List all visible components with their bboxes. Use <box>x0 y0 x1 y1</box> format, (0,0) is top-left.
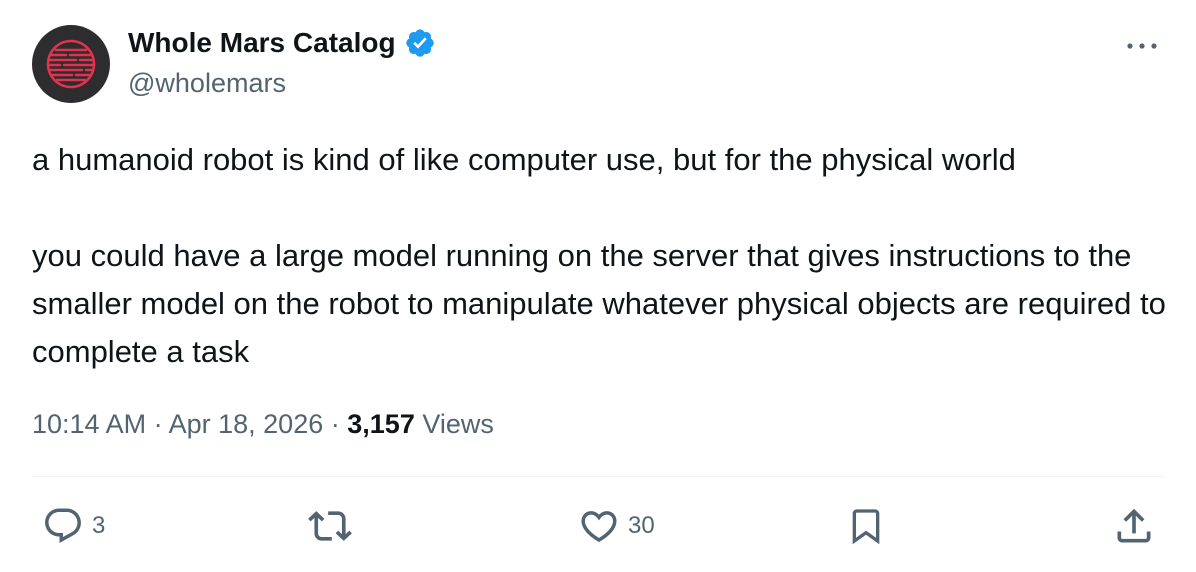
tweet-text: a humanoid robot is kind of like compute… <box>32 136 1172 376</box>
tweet-actions-bar: 3 30 <box>0 500 1196 552</box>
reply-count: 3 <box>92 512 106 539</box>
like-button[interactable]: 30 <box>578 500 655 552</box>
retweet-button[interactable] <box>308 500 360 552</box>
heart-icon <box>581 511 617 543</box>
bookmark-button[interactable] <box>846 500 886 552</box>
views-count: 3,157 <box>347 409 415 439</box>
tweet-card: Whole Mars Catalog @wholemars a humanoid… <box>0 0 1196 572</box>
reply-button[interactable]: 3 <box>42 500 105 552</box>
author-handle[interactable]: @wholemars <box>128 66 286 100</box>
tweet-time[interactable]: 10:14 AM <box>32 409 146 439</box>
like-count: 30 <box>628 512 655 539</box>
author-name-row: Whole Mars Catalog <box>128 26 436 60</box>
tweet-paragraph: a humanoid robot is kind of like compute… <box>32 142 1016 177</box>
mars-planet-avatar-icon <box>46 39 96 89</box>
views-label: Views <box>422 409 494 439</box>
share-button[interactable] <box>1112 500 1156 552</box>
tweet-meta: 10:14 AM · Apr 18, 2026 · 3,157 Views <box>32 404 494 444</box>
retweet-icon <box>308 511 352 541</box>
share-icon <box>1117 508 1151 543</box>
author-display-name[interactable]: Whole Mars Catalog <box>128 26 396 60</box>
reply-icon <box>45 508 81 543</box>
meta-separator: · <box>330 409 340 439</box>
more-options-button[interactable] <box>1118 28 1166 64</box>
meta-separator: · <box>153 409 163 439</box>
divider <box>32 476 1164 477</box>
tweet-date[interactable]: Apr 18, 2026 <box>169 409 324 439</box>
more-dots-icon <box>1127 43 1157 49</box>
avatar[interactable] <box>32 25 110 103</box>
verified-badge-icon[interactable] <box>404 27 436 59</box>
tweet-paragraph: you could have a large model running on … <box>32 238 1175 369</box>
bookmark-icon <box>852 509 880 545</box>
